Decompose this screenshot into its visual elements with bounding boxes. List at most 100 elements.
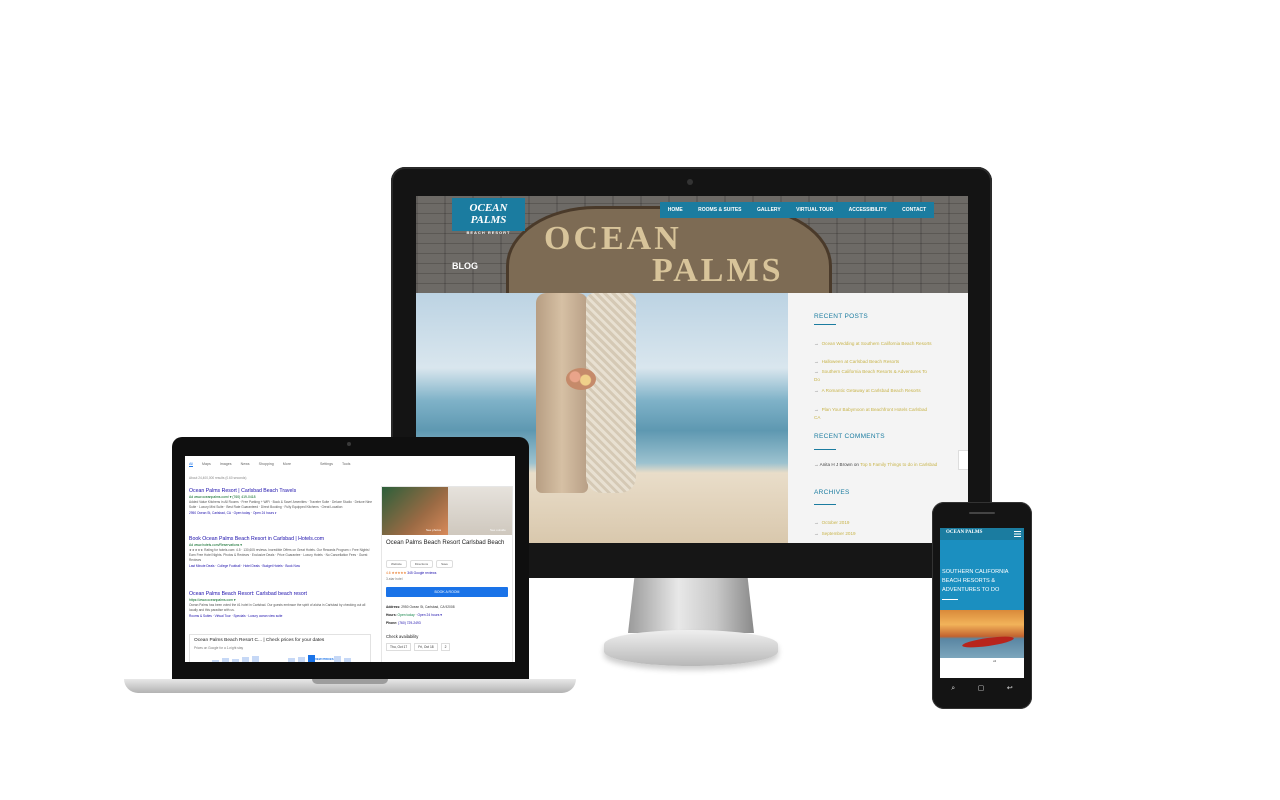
date-pickers: Thu, Oct 17 Fri, Oct 18 2	[386, 643, 451, 651]
laptop-opening-notch	[312, 679, 388, 684]
mobile-logo[interactable]: OCEAN PALMS	[946, 530, 982, 535]
phone-nav-bar: ⌕ ▢ ↩	[940, 684, 1024, 693]
recent-comments-heading: RECENT COMMENTS	[814, 433, 885, 440]
phone-link[interactable]: (760) 729-2493	[398, 621, 421, 625]
price-bar	[222, 658, 229, 662]
checkout-date-field[interactable]: Fri, Oct 18	[414, 643, 438, 651]
result-title-link[interactable]: Ocean Palms Beach Resort: Carlsbad beach…	[189, 591, 375, 597]
panel-actions: Website Directions Save	[386, 560, 453, 568]
search-icon[interactable]: ⌕	[951, 684, 955, 693]
home-icon[interactable]: ▢	[978, 684, 985, 693]
tab-more[interactable]: More	[283, 462, 291, 467]
main-nav: HOME ROOMS & SUITES GALLERY VIRTUAL TOUR…	[660, 202, 934, 218]
archive-link[interactable]: → October 2019	[814, 519, 934, 527]
recent-post-link[interactable]: → Plan Your Babymoon at Beachfront Hotels…	[814, 406, 934, 422]
result-sitelinks[interactable]: 2950 Ocean St, Carlsbad, CA · Open today…	[189, 511, 375, 515]
result-url: https://www.oceanpalms.com ▾	[189, 598, 236, 602]
arrow-right-icon: →	[814, 359, 819, 364]
website-button[interactable]: Website	[386, 560, 407, 568]
groom-figure	[536, 293, 588, 493]
image-caption: x2	[993, 659, 997, 663]
result-url: Ad www.hotels.com/Reservations ▾	[189, 543, 242, 547]
monitor-stand-base	[604, 630, 778, 666]
result-sitelinks[interactable]: Last Minute Deals · College Football · H…	[189, 564, 375, 568]
price-box-title: Ocean Palms Beach Resort C... | Check pr…	[194, 638, 325, 643]
see-outside-link[interactable]: See outside	[490, 528, 506, 532]
arrow-right-icon: →	[814, 531, 819, 536]
page-title: BLOG	[452, 261, 478, 271]
hours-row: Hours: Open today · Open 24 hours ▾	[386, 613, 442, 617]
phone-screen: OCEAN PALMS SOUTHERN CALIFORNIA BEACH RE…	[940, 528, 1024, 678]
directions-button[interactable]: Directions	[409, 560, 434, 568]
view-prices-button[interactable]: VIEW PRICES	[314, 657, 334, 661]
site-logo[interactable]: OCEAN PALMS BEACH RESORT	[452, 198, 525, 235]
price-bar	[212, 660, 219, 662]
tab-settings[interactable]: Settings	[320, 462, 333, 467]
heading-underline	[814, 324, 836, 325]
hours-dropdown[interactable]: Open 24 hours ▾	[418, 613, 442, 617]
nav-gallery[interactable]: GALLERY	[757, 207, 781, 213]
price-bar	[344, 658, 351, 662]
recent-post-link[interactable]: → Halloween at Carlsbad Beach Resorts	[814, 358, 934, 366]
search-result: Ocean Palms Beach Resort: Carlsbad beach…	[189, 591, 375, 618]
hotel-type: 3-star hotel	[386, 577, 403, 581]
kayak-sunset-photo[interactable]	[940, 610, 1024, 658]
nav-contact[interactable]: CONTACT	[902, 207, 926, 213]
tab-maps[interactable]: Maps	[202, 462, 211, 467]
comment-post-link[interactable]: Top 5 Family Things to do in Carlsbad	[860, 462, 937, 467]
price-bar	[232, 659, 239, 662]
mobile-post-title: SOUTHERN CALIFORNIA BEACH RESORTS & ADVE…	[942, 569, 1009, 593]
price-bar	[298, 657, 305, 662]
result-sitelinks[interactable]: Rooms & Suites · Virtual Tour · Specials…	[189, 614, 375, 618]
price-check-box[interactable]: Ocean Palms Beach Resort C... | Check pr…	[189, 634, 371, 662]
search-result: Book Ocean Palms Beach Resort in Carlsba…	[189, 536, 375, 568]
bouquet	[566, 368, 596, 390]
nav-accessibility[interactable]: ACCESSIBILITY	[849, 207, 887, 213]
laptop-webcam-icon	[347, 442, 351, 446]
tab-tools[interactable]: Tools	[342, 462, 350, 467]
rating: 4.6 ★★★★★ 345 Google reviews	[386, 571, 437, 575]
search-tabs: All Maps Images News Shopping More Setti…	[189, 462, 350, 467]
book-room-button[interactable]: BOOK A ROOM	[386, 587, 508, 597]
monitor-stand-neck	[628, 578, 754, 633]
webcam-icon	[687, 179, 693, 185]
logo-subtitle: BEACH RESORT	[466, 230, 511, 235]
guests-field[interactable]: 2	[440, 643, 451, 651]
tab-all[interactable]: All	[189, 462, 193, 467]
recent-posts-heading: RECENT POSTS	[814, 313, 869, 320]
sign-word-2: PALMS	[652, 252, 784, 289]
tab-news[interactable]: News	[241, 462, 250, 467]
tab-shopping[interactable]: Shopping	[259, 462, 274, 467]
result-description: Added Value Kitchens in All Rooms · Free…	[189, 500, 373, 509]
archive-link[interactable]: → September 2019	[814, 530, 934, 538]
result-title-link[interactable]: Book Ocean Palms Beach Resort in Carlsba…	[189, 536, 375, 542]
recent-post-link[interactable]: → Ocean Wedding at Southern California Be…	[814, 340, 934, 348]
mobile-header-bar: OCEAN PALMS	[940, 528, 1024, 540]
nav-rooms-suites[interactable]: ROOMS & SUITES	[698, 207, 741, 213]
nav-virtual-tour[interactable]: VIRTUAL TOUR	[796, 207, 833, 213]
result-title-link[interactable]: Ocean Palms Resort | Carlsbad Beach Trav…	[189, 488, 375, 494]
see-photos-link[interactable]: See photos	[426, 528, 441, 532]
recaptcha-badge[interactable]	[958, 450, 968, 470]
save-button[interactable]: Save	[436, 560, 453, 568]
price-box-subtitle: Prices on Google for a 1-night stay	[194, 646, 244, 650]
recent-post-link[interactable]: → A Romantic Getaway at Carlsbad Beach Re…	[814, 387, 934, 395]
archives-heading: ARCHIVES	[814, 489, 850, 496]
recent-comment: → Anita H J Brown on Top 5 Family Things…	[814, 462, 938, 467]
price-bar	[288, 658, 295, 662]
hamburger-menu-icon[interactable]	[1014, 531, 1021, 537]
price-bar	[242, 657, 249, 662]
result-description: ★★★★★ Rating for hotels.com: 4.5 · 130,6…	[189, 548, 370, 562]
knowledge-panel: See photos See outside Ocean Palms Beach…	[381, 486, 513, 662]
arrow-right-icon: →	[814, 407, 819, 412]
nav-home[interactable]: HOME	[668, 207, 683, 213]
tab-images[interactable]: Images	[220, 462, 232, 467]
back-icon[interactable]: ↩	[1007, 684, 1013, 693]
comment-author: Anita H J Brown	[819, 462, 853, 467]
address-row: Address: 2950 Ocean St, Carlsbad, CA 920…	[386, 605, 455, 609]
recent-post-link[interactable]: → Southern California Beach Resorts & Adv…	[814, 368, 934, 384]
result-description: Ocean Palms has been voted the #1 hotel …	[189, 603, 366, 612]
result-url: Ad www.oceanpalms.com/ ▾ (760) 419-0418	[189, 495, 256, 499]
reviews-link[interactable]: 345 Google reviews	[407, 571, 436, 575]
checkin-date-field[interactable]: Thu, Oct 17	[386, 643, 412, 651]
